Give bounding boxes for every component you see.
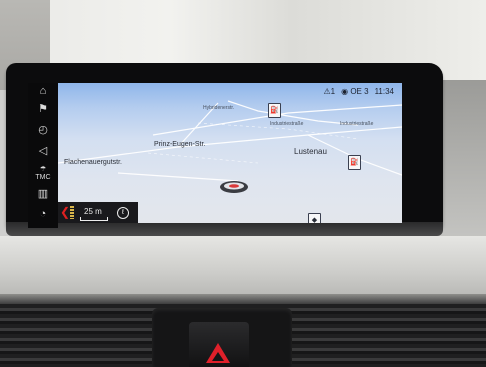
speaker-icon[interactable]: ◁ [28, 145, 58, 157]
street-label-far-left: Flachenauergutstr. [64, 159, 122, 166]
photo-scene: ⌂ ⚑ ◴ ◁ ☂ TMC ▥ ◔ ⚠1 ◉ OE 3 11:34 Hybrid… [0, 0, 486, 367]
hazard-triangle-inner [212, 352, 224, 361]
street-label-left: Prinz-Eugen-Str. [154, 141, 206, 148]
street-label-top: Hybridenerstr. [203, 105, 235, 111]
clock-icon[interactable]: ◴ [28, 124, 58, 136]
scale-rule [80, 217, 108, 221]
compass-icon[interactable]: ℓ [117, 207, 129, 219]
signal-bars-icon [70, 206, 74, 219]
nav-sidebar: ⌂ ⚑ ◴ ◁ ☂ TMC ▥ ◔ [28, 83, 58, 228]
radio-station: ◉ OE 3 [341, 87, 369, 96]
town-label: Lustenau [294, 147, 327, 156]
dashboard-trim [0, 236, 486, 296]
street-label-right: Industriestraße [270, 121, 304, 127]
traffic-warning: ⚠1 [323, 87, 336, 96]
collapse-arrow-icon[interactable]: ❮ [60, 205, 70, 219]
poi-marker[interactable]: ◆ [308, 213, 321, 223]
vehicle-position [220, 181, 248, 193]
home-icon[interactable]: ⌂ [28, 85, 58, 97]
status-bar: ⚠1 ◉ OE 3 11:34 [324, 87, 395, 96]
map-icon[interactable]: ▥ [28, 188, 58, 200]
fuel-station-poi[interactable]: ⛽ [268, 103, 281, 118]
scale-overlay: ❮ 25 m ℓ [58, 202, 138, 223]
tmc-label: TMC [35, 174, 51, 181]
flag-icon[interactable]: ⚑ [28, 103, 58, 115]
road-lower [117, 172, 239, 182]
display-lip [6, 222, 443, 236]
clock-time: 11:34 [374, 87, 394, 96]
dashboard-edge [0, 294, 486, 304]
tmc-button[interactable]: ☂ TMC [28, 166, 58, 182]
fuel-station-poi-2[interactable]: ⛽ [348, 155, 361, 170]
gauge-icon[interactable]: ◔ [28, 208, 58, 220]
navigation-map[interactable]: ⚠1 ◉ OE 3 11:34 Hybridenerstr. Industrie… [58, 83, 402, 223]
street-label-far-right: Industriestraße [340, 121, 374, 127]
scale-value: 25 m [84, 207, 102, 216]
